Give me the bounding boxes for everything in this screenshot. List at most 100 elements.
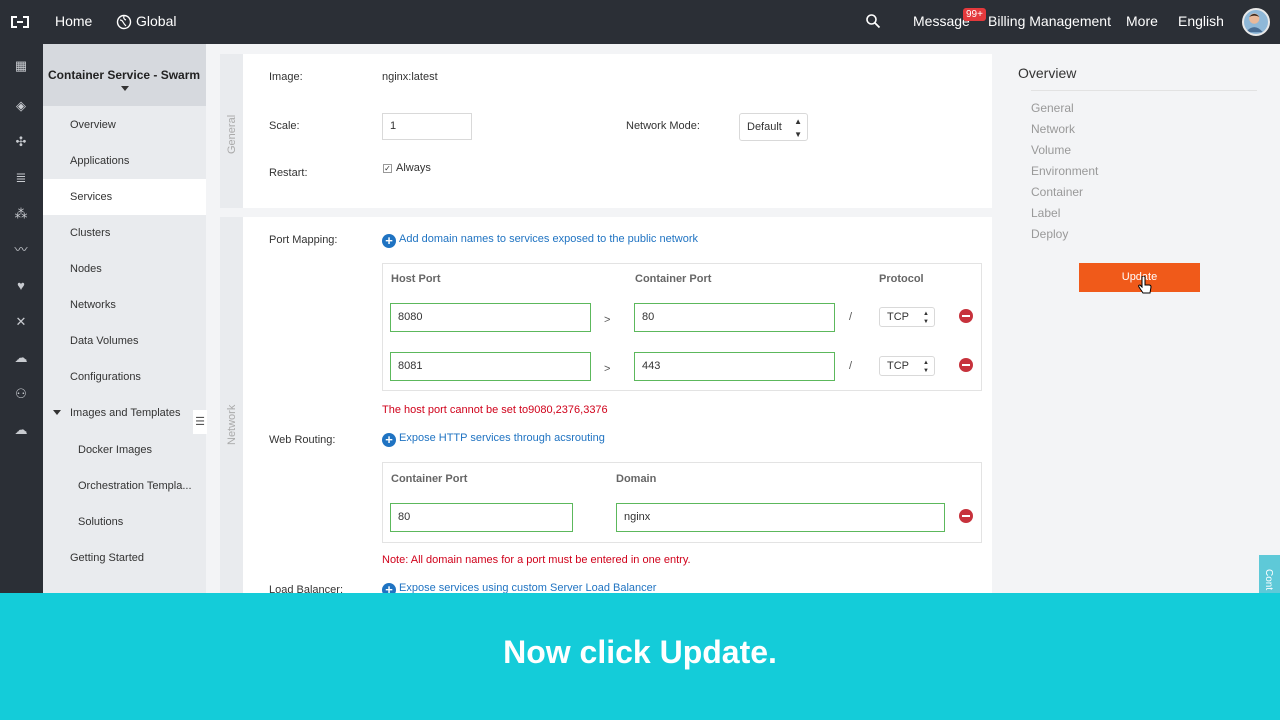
remove-row-icon[interactable] <box>959 309 973 323</box>
contact-side-tab[interactable]: Cont <box>1259 555 1280 595</box>
restart-always-checkbox[interactable]: ✓ <box>383 164 392 173</box>
message-count-badge: 99+ <box>963 8 986 21</box>
host-port-input[interactable]: 8080 <box>390 303 591 332</box>
slash-separator: / <box>849 311 853 323</box>
sidebar-item-label: Data Volumes <box>70 335 139 347</box>
overview-title: Overview <box>1018 65 1077 81</box>
remove-row-icon[interactable] <box>959 509 973 523</box>
overview-item-general[interactable]: General <box>1031 101 1074 115</box>
host-port-input[interactable]: 8081 <box>390 352 591 381</box>
globe-icon <box>116 14 132 30</box>
sidebar-item-solutions[interactable]: Solutions <box>43 504 206 540</box>
hand-cursor-icon <box>1138 276 1152 294</box>
network-node-icon[interactable]: ✣ <box>13 134 29 150</box>
caption-text: Now click Update. <box>503 634 777 670</box>
port-mapping-label: Port Mapping: <box>269 234 338 246</box>
layers-icon[interactable]: ◈ <box>13 98 29 114</box>
sidebar-item-orchestration-templates[interactable]: Orchestration Templa... <box>43 468 206 504</box>
sidebar-item-label: Overview <box>70 119 116 131</box>
overview-item-label[interactable]: Label <box>1031 206 1060 220</box>
cluster-icon[interactable]: ⁂ <box>13 206 29 222</box>
home-link[interactable]: Home <box>55 13 92 29</box>
sidebar-item-nodes[interactable]: Nodes <box>43 251 206 287</box>
routing-container-port-input[interactable]: 80 <box>390 503 573 532</box>
select-arrows-icon: ▲ ▼ <box>794 117 802 139</box>
sidebar-item-label: Nodes <box>70 263 102 275</box>
protocol-select[interactable]: TCP ▲ ▼ <box>879 356 935 376</box>
general-section: General Image: nginx:latest Scale: 1 Net… <box>220 54 992 208</box>
arrow-separator: > <box>604 363 611 375</box>
expand-triangle-icon[interactable] <box>53 410 61 415</box>
container-port-input[interactable]: 80 <box>634 303 835 332</box>
overview-item-container[interactable]: Container <box>1031 185 1083 199</box>
message-link[interactable]: Message <box>913 13 970 29</box>
sidebar-item-label: Orchestration Templa... <box>78 480 192 492</box>
billing-management-link[interactable]: Billing Management <box>988 13 1111 29</box>
network-mode-select[interactable]: Default ▲ ▼ <box>739 113 808 141</box>
add-circle-icon[interactable]: + <box>382 433 396 447</box>
sidebar-item-networks[interactable]: Networks <box>43 287 206 323</box>
port-mapping-table: Host Port Container Port Protocol 8080 >… <box>382 263 982 391</box>
host-port-error: The host port cannot be set to9080,2376,… <box>382 404 608 416</box>
video-caption-bar: Now click Update. <box>0 593 1280 720</box>
sidebar-item-clusters[interactable]: Clusters <box>43 215 206 251</box>
add-domain-link[interactable]: Add domain names to services exposed to … <box>399 233 698 245</box>
slash-separator: / <box>849 360 853 372</box>
overview-item-environment[interactable]: Environment <box>1031 164 1098 178</box>
network-section-rail: Network <box>220 217 243 593</box>
cloud-icon[interactable]: ☁ <box>13 350 29 366</box>
scale-label: Scale: <box>269 120 300 132</box>
console-logo-icon[interactable] <box>8 10 32 34</box>
region-selector[interactable]: Global <box>136 13 176 29</box>
sidebar-item-getting-started[interactable]: Getting Started <box>43 540 206 576</box>
select-arrows-icon: ▲ ▼ <box>923 360 929 374</box>
search-icon[interactable] <box>865 13 881 29</box>
host-port-header: Host Port <box>391 273 441 285</box>
shield-icon[interactable]: ♥ <box>13 278 29 294</box>
image-label: Image: <box>269 71 303 83</box>
overview-item-deploy[interactable]: Deploy <box>1031 227 1068 241</box>
sidebar-item-images-and-templates[interactable]: Images and Templates <box>43 395 206 431</box>
triple-circle-icon[interactable]: ⚇ <box>13 386 29 402</box>
more-menu[interactable]: More <box>1126 13 1158 29</box>
wave-icon[interactable]: 〰 <box>13 242 29 258</box>
scale-input[interactable]: 1 <box>382 113 472 140</box>
restart-always-label: Always <box>396 162 431 174</box>
overview-item-network[interactable]: Network <box>1031 122 1075 136</box>
sidebar-header[interactable]: Container Service - Swarm <box>43 44 206 106</box>
language-selector[interactable]: English <box>1178 13 1224 29</box>
sidebar-item-data-volumes[interactable]: Data Volumes <box>43 323 206 359</box>
overview-item-volume[interactable]: Volume <box>1031 143 1071 157</box>
routing-domain-header: Domain <box>616 473 657 485</box>
general-section-rail: General <box>220 54 243 208</box>
remove-row-icon[interactable] <box>959 358 973 372</box>
protocol-select[interactable]: TCP ▲ ▼ <box>879 307 935 327</box>
cloud-upload-icon[interactable]: ☁ <box>13 422 29 438</box>
sidebar-item-services[interactable]: Services <box>43 179 206 215</box>
database-icon[interactable]: ≣ <box>13 170 29 186</box>
general-section-label: General <box>226 114 238 154</box>
image-value: nginx:latest <box>382 71 438 83</box>
container-port-input[interactable]: 443 <box>634 352 835 381</box>
arrow-separator: > <box>604 314 611 326</box>
user-avatar[interactable] <box>1242 8 1270 36</box>
network-section: Network Port Mapping: + Add domain names… <box>220 217 992 597</box>
container-port-header: Container Port <box>635 273 712 285</box>
sidebar-item-docker-images[interactable]: Docker Images <box>43 432 206 468</box>
network-section-label: Network <box>226 404 238 445</box>
sidebar-collapse-toggle-icon[interactable]: ☰ <box>193 410 207 434</box>
sidebar-item-label: Images and Templates <box>70 407 181 419</box>
protocol-header: Protocol <box>879 273 924 285</box>
sidebar-item-applications[interactable]: Applications <box>43 143 206 179</box>
routing-domain-input[interactable]: nginx <box>616 503 945 532</box>
cross-arrows-icon[interactable]: ✕ <box>13 314 29 330</box>
sidebar-item-overview[interactable]: Overview <box>43 107 206 143</box>
sidebar-item-configurations[interactable]: Configurations <box>43 359 206 395</box>
restart-label: Restart: <box>269 167 308 179</box>
overview-divider <box>1031 90 1257 91</box>
routing-container-port-header: Container Port <box>391 473 468 485</box>
expose-http-link[interactable]: Expose HTTP services through acsrouting <box>399 432 605 444</box>
apps-grid-icon[interactable]: ▦ <box>13 58 29 74</box>
add-circle-icon[interactable]: + <box>382 234 396 248</box>
chevron-down-icon[interactable] <box>121 86 129 91</box>
